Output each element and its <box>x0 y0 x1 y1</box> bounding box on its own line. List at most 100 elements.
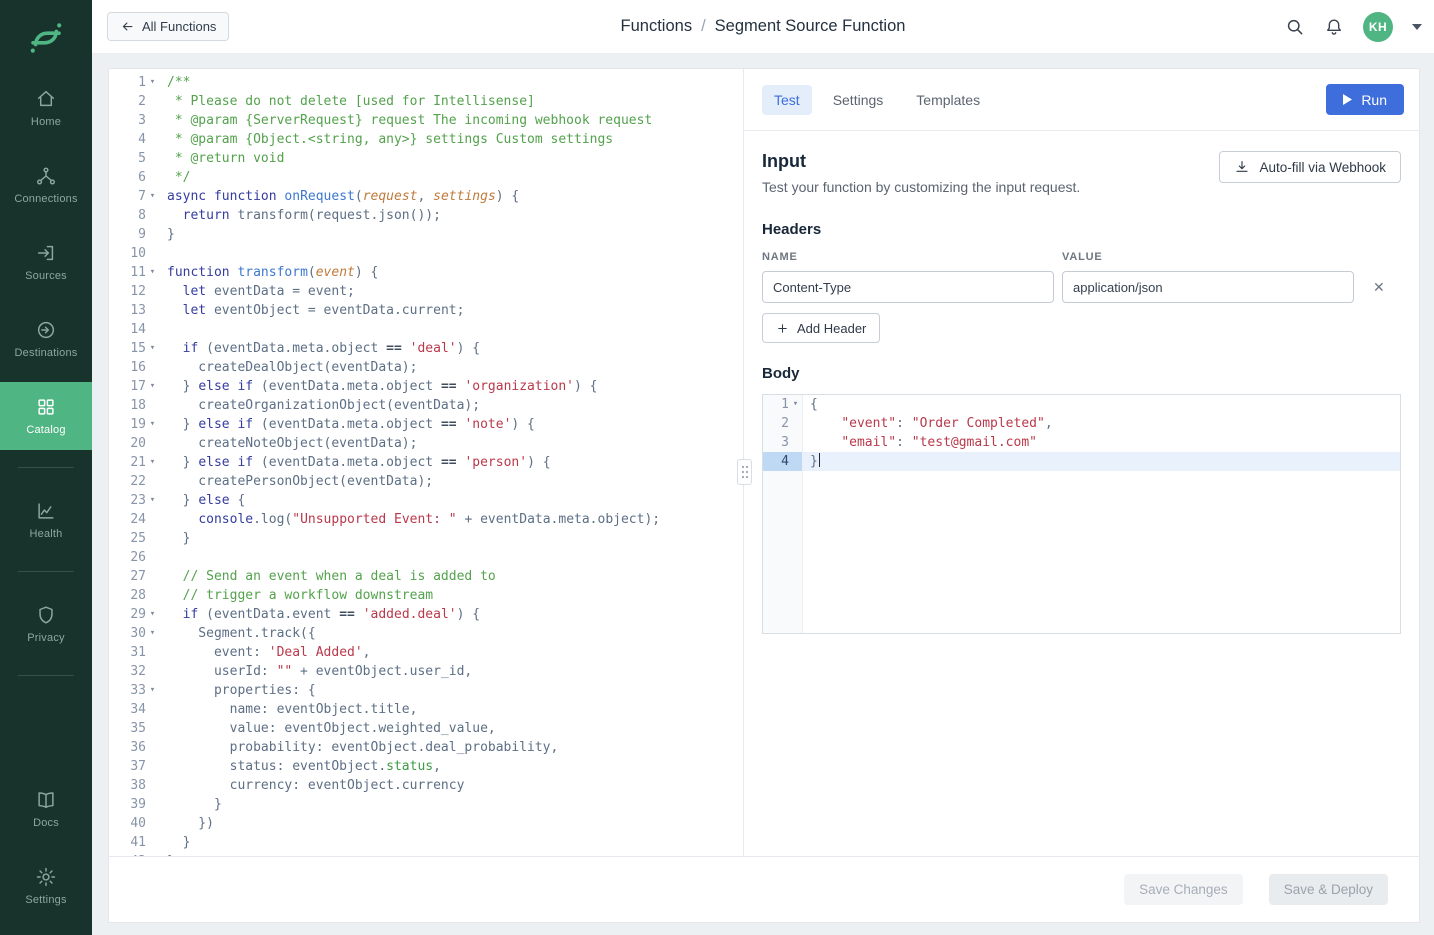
gutter-line: 10 <box>109 244 159 263</box>
code-line: } <box>167 852 743 856</box>
breadcrumb-separator: / <box>701 17 706 36</box>
download-icon <box>1234 159 1250 175</box>
gutter-line: 25 <box>109 529 159 548</box>
code-line: } else if (eventData.meta.object == 'per… <box>167 453 743 472</box>
autofill-webhook-button[interactable]: Auto-fill via Webhook <box>1219 151 1401 183</box>
tab-templates[interactable]: Templates <box>904 85 992 115</box>
gutter-line: 7▾ <box>109 187 159 206</box>
sidebar-item-health[interactable]: Health <box>0 486 92 554</box>
gutter-line: 24 <box>109 510 159 529</box>
code-line: createPersonObject(eventData); <box>167 472 743 491</box>
code-line: function transform(event) { <box>167 263 743 282</box>
fold-caret-icon[interactable]: ▾ <box>789 395 802 414</box>
code-line: name: eventObject.title, <box>167 700 743 719</box>
fold-caret-icon[interactable]: ▾ <box>146 377 159 396</box>
breadcrumb: Functions / Segment Source Function <box>621 17 906 36</box>
code-line: probability: eventObject.deal_probabilit… <box>167 738 743 757</box>
code-line: return transform(request.json()); <box>167 206 743 225</box>
gutter-line: 21▾ <box>109 453 159 472</box>
fold-caret-icon[interactable]: ▾ <box>146 491 159 510</box>
fold-caret-icon[interactable]: ▾ <box>146 73 159 92</box>
code-line <box>167 548 743 567</box>
fold-caret-icon[interactable]: ▾ <box>146 415 159 434</box>
plus-icon <box>776 322 789 335</box>
code-line: createDealObject(eventData); <box>167 358 743 377</box>
footer-bar: Save Changes Save & Deploy <box>109 856 1419 922</box>
gutter-line: 31 <box>109 643 159 662</box>
gutter-line: 19▾ <box>109 415 159 434</box>
gutter-line: 23▾ <box>109 491 159 510</box>
save-changes-button[interactable]: Save Changes <box>1124 874 1243 905</box>
fold-caret-icon[interactable]: ▾ <box>146 624 159 643</box>
grip-dots-icon <box>741 465 749 479</box>
fold-caret-icon[interactable]: ▾ <box>146 187 159 206</box>
search-icon[interactable] <box>1285 17 1305 37</box>
gutter-line: 1▾ <box>763 395 802 414</box>
code-line: } else if (eventData.meta.object == 'org… <box>167 377 743 396</box>
sidebar-item-docs[interactable]: Docs <box>0 775 92 843</box>
gutter-line: 41 <box>109 833 159 852</box>
sidebar-item-home[interactable]: Home <box>0 74 92 142</box>
gutter-line: 42 <box>109 852 159 856</box>
fold-caret-icon[interactable]: ▾ <box>146 339 159 358</box>
code-line: console.log("Unsupported Event: " + even… <box>167 510 743 529</box>
gutter-line: 26 <box>109 548 159 567</box>
function-workspace: 1▾234567▾891011▾12131415▾1617▾1819▾2021▾… <box>108 68 1420 923</box>
sidebar-item-catalog[interactable]: Catalog <box>0 382 92 450</box>
code-line: } <box>167 833 743 852</box>
gutter-line: 38 <box>109 776 159 795</box>
gutter-line: 27 <box>109 567 159 586</box>
fold-caret-icon[interactable]: ▾ <box>146 681 159 700</box>
autofill-label: Auto-fill via Webhook <box>1259 160 1386 175</box>
segment-logo[interactable] <box>26 18 66 58</box>
pane-splitter-handle[interactable] <box>737 459 752 485</box>
save-deploy-button[interactable]: Save & Deploy <box>1269 874 1388 905</box>
code-line: } <box>167 529 743 548</box>
fold-caret-icon[interactable]: ▾ <box>146 263 159 282</box>
name-column-label: NAME <box>762 251 1062 263</box>
sidebar-item-privacy[interactable]: Privacy <box>0 590 92 658</box>
avatar[interactable]: KH <box>1363 12 1393 42</box>
sidebar-item-destinations[interactable]: Destinations <box>0 305 92 373</box>
gutter-line: 3 <box>763 433 802 452</box>
all-functions-button[interactable]: All Functions <box>107 12 229 41</box>
fold-caret-icon[interactable]: ▾ <box>146 605 159 624</box>
gutter-line: 17▾ <box>109 377 159 396</box>
sidebar-item-label: Sources <box>25 270 67 282</box>
header-actions: KH <box>1285 12 1434 42</box>
sources-icon <box>35 242 57 264</box>
catalog-icon <box>35 396 57 418</box>
code-line <box>167 320 743 339</box>
gutter-line: 16 <box>109 358 159 377</box>
add-header-button[interactable]: Add Header <box>762 313 880 343</box>
remove-header-button[interactable]: ✕ <box>1371 277 1387 298</box>
run-button[interactable]: Run <box>1326 84 1404 115</box>
docs-icon <box>35 789 57 811</box>
sidebar-item-label: Privacy <box>27 632 64 644</box>
header-value-input[interactable] <box>1062 271 1354 303</box>
fold-caret-icon[interactable]: ▾ <box>146 453 159 472</box>
chevron-down-icon[interactable] <box>1412 24 1422 30</box>
code-line: let eventObject = eventData.current; <box>167 301 743 320</box>
sidebar-item-sources[interactable]: Sources <box>0 228 92 296</box>
tab-test[interactable]: Test <box>762 85 812 115</box>
input-title: Input <box>762 151 1080 172</box>
gutter-line: 2 <box>763 414 802 433</box>
header-name-input[interactable] <box>762 271 1054 303</box>
tab-settings[interactable]: Settings <box>821 85 896 115</box>
value-column-label: VALUE <box>1062 251 1362 263</box>
gutter-line: 3 <box>109 111 159 130</box>
sidebar-divider <box>18 467 74 468</box>
gutter-line: 8 <box>109 206 159 225</box>
breadcrumb-functions[interactable]: Functions <box>621 17 693 36</box>
code-line: * @return void <box>167 149 743 168</box>
code-line: properties: { <box>167 681 743 700</box>
back-button-label: All Functions <box>142 19 216 34</box>
sidebar-item-connections[interactable]: Connections <box>0 151 92 219</box>
sidebar-item-settings[interactable]: Settings <box>0 852 92 920</box>
body-editor-code-area[interactable]: { "event": "Order Completed", "email": "… <box>803 395 1400 633</box>
sidebar-item-label: Connections <box>14 193 77 205</box>
notifications-bell-icon[interactable] <box>1324 17 1344 37</box>
editor-code-area[interactable]: /** * Please do not delete [used for Int… <box>159 73 743 856</box>
code-line: async function onRequest(request, settin… <box>167 187 743 206</box>
